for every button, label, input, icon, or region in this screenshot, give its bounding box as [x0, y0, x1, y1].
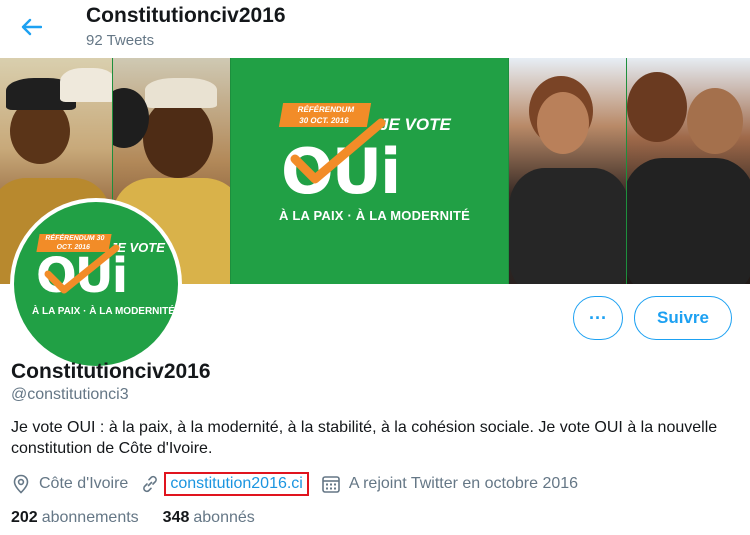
back-button[interactable]: [16, 12, 46, 42]
website-link[interactable]: constitution2016.ci: [164, 472, 309, 496]
following-label: abonnements: [41, 509, 139, 526]
more-options-button[interactable]: ···: [573, 296, 623, 340]
location-item: Côte d'Ivoire: [11, 474, 128, 494]
followers-label: abonnés: [193, 509, 255, 526]
calendar-icon: [321, 474, 341, 494]
arrow-left-icon: [21, 18, 42, 36]
banner-photo-3: [509, 58, 627, 284]
header-title: Constitutionciv2016: [86, 4, 286, 27]
profile-display-name: Constitutionciv2016: [11, 360, 211, 383]
top-bar: Constitutionciv2016 92 Tweets: [0, 0, 750, 58]
website-item: constitution2016.ci: [140, 472, 309, 496]
banner-tagline: À LA PAIX · À LA MODERNITÉ: [279, 208, 471, 223]
following-stat[interactable]: 202 abonnements: [11, 509, 139, 527]
avatar-tagline: À LA PAIX · À LA MODERNITÉ: [32, 306, 175, 317]
link-icon: [140, 474, 160, 494]
avatar[interactable]: RÉFÉRENDUM 30 OCT. 2016 JE VOTE OUi À LA…: [10, 198, 182, 370]
followers-count: 348: [162, 509, 190, 526]
location-pin-icon: [11, 474, 31, 494]
banner-campaign-panel: RÉFÉRENDUM 30 OCT. 2016 JE VOTE OUi À LA …: [231, 58, 509, 284]
banner-photo-4: [627, 58, 750, 284]
checkmark-icon: [290, 118, 386, 184]
avatar-checkmark-icon: [44, 244, 120, 294]
followers-stat[interactable]: 348 abonnés: [163, 509, 255, 527]
profile-bio: Je vote OUI : à la paix, à la modernité,…: [11, 419, 718, 457]
joined-text: A rejoint Twitter en octobre 2016: [348, 475, 579, 492]
location-text: Côte d'Ivoire: [39, 475, 129, 492]
joined-item: A rejoint Twitter en octobre 2016: [321, 474, 578, 494]
follow-button[interactable]: Suivre: [634, 296, 732, 340]
profile-handle: @constitutionci3: [11, 386, 129, 403]
profile-stats: 202 abonnements 348 abonnés: [11, 509, 279, 527]
profile-meta: Côte d'Ivoire constitution2016.ci A rejo…: [11, 472, 590, 496]
tweet-count: 92 Tweets: [86, 32, 155, 49]
following-count: 202: [11, 509, 38, 526]
